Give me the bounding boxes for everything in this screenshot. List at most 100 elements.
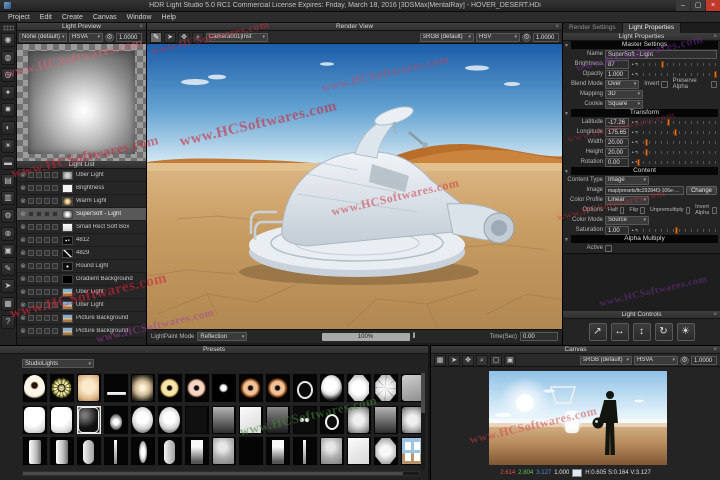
collapse-icon[interactable]: ▼ <box>564 236 569 244</box>
toggle-box[interactable] <box>44 224 50 230</box>
toggle-box[interactable] <box>28 185 34 191</box>
toggle-box[interactable] <box>52 224 58 230</box>
solo-icon[interactable]: ⊗ <box>19 249 27 257</box>
toggle-box[interactable] <box>36 276 42 282</box>
light-list-item[interactable]: ⊗ Uber Light <box>17 169 146 182</box>
toggle-box[interactable] <box>52 302 58 308</box>
latitude-slider[interactable] <box>637 117 717 127</box>
section-master-settings[interactable]: ▼ Master Settings <box>564 41 718 49</box>
width-input[interactable]: 20.00 <box>605 137 629 147</box>
preset-thin-vstrip[interactable] <box>292 436 318 466</box>
blend-mode-dropdown[interactable]: Over ▾ <box>605 79 640 89</box>
stepper[interactable]: ▲▼ <box>631 60 638 69</box>
toggle-box[interactable] <box>44 185 50 191</box>
toggle-box[interactable] <box>28 289 34 295</box>
preset-twin-dots[interactable] <box>292 404 318 435</box>
light-list-item[interactable]: ⊗ Warm Light <box>17 195 146 208</box>
preset-ring-dark[interactable] <box>22 373 48 403</box>
collapse-icon[interactable]: ▼ <box>564 110 569 118</box>
section-content[interactable]: ▼ Content <box>564 167 718 175</box>
preset-grad-sq-dark[interactable] <box>265 404 291 435</box>
solo-icon[interactable]: ⊗ <box>19 223 27 231</box>
gear-icon[interactable]: ⚙ <box>522 32 531 42</box>
pause-icon[interactable]: ‖ <box>413 333 416 340</box>
height-control-icon[interactable]: ↕ <box>632 323 651 341</box>
preset-bright-sq[interactable] <box>238 404 264 435</box>
active-checkbox[interactable] <box>605 244 612 252</box>
sphere-light-tool[interactable]: ◍ <box>1 50 15 65</box>
toggle-box[interactable] <box>36 315 42 321</box>
preset-circle-soft[interactable] <box>130 404 156 435</box>
rotate-control-icon[interactable]: ↻ <box>654 323 673 341</box>
toggle-box[interactable] <box>44 263 50 269</box>
close-icon[interactable]: × <box>713 346 717 354</box>
scrim-light-tool[interactable]: ◐ <box>1 120 15 135</box>
saturation-slider[interactable] <box>637 225 717 235</box>
toggle-box[interactable] <box>44 289 50 295</box>
saturation-input[interactable]: 1.00 <box>605 225 629 235</box>
stepper[interactable]: ▲▼ <box>631 70 638 79</box>
light-list-item[interactable]: ⊗ 4829 <box>17 247 146 260</box>
preset-blob[interactable] <box>319 373 345 403</box>
close-icon[interactable]: × <box>713 33 717 41</box>
preset-dot[interactable] <box>211 373 237 403</box>
gear-icon[interactable]: ⚙ <box>105 32 114 42</box>
image-path-field[interactable]: map/presets/ltc29284f3-106e-4c01-8d28-f5… <box>605 185 684 195</box>
toggle-box[interactable] <box>44 276 50 282</box>
light-list-item[interactable]: ⊗ Uber Light <box>17 299 146 312</box>
maximize-button[interactable]: ▢ <box>691 0 705 11</box>
toggle-box[interactable] <box>28 276 34 282</box>
preset-donut-yellow[interactable] <box>157 373 183 403</box>
preview-exposure-input[interactable]: 1.0000 <box>116 32 142 42</box>
light-list-item[interactable]: ⊗ Gradient Background <box>17 273 146 286</box>
frame-light-tool[interactable]: ▣ <box>1 244 15 259</box>
opacity-input[interactable]: 1.000 <box>605 69 629 79</box>
sun-light-tool[interactable]: ☀ <box>1 138 15 153</box>
preset-donut-copper[interactable] <box>265 373 291 403</box>
canvas-viewport[interactable] <box>489 371 667 465</box>
light-list-item[interactable]: ⊗ 4812 <box>17 234 146 247</box>
preset-sq-tex[interactable] <box>319 436 345 466</box>
slider-handle[interactable] <box>645 148 649 156</box>
rv-exposure-input[interactable]: 1.0000 <box>533 32 559 42</box>
toggle-box[interactable] <box>36 250 42 256</box>
toggle-box[interactable] <box>44 211 50 217</box>
preset-bright-sq[interactable] <box>346 436 372 466</box>
stepper[interactable]: ▲▼ <box>631 158 638 167</box>
gobo-wheel-tool[interactable]: ✹ <box>1 103 15 118</box>
toggle-box[interactable] <box>36 263 42 269</box>
close-icon[interactable]: × <box>139 23 143 31</box>
stepper[interactable]: ▲▼ <box>631 148 638 157</box>
toggle-box[interactable] <box>28 172 34 178</box>
brightness-control-icon[interactable]: ☀ <box>676 323 695 341</box>
width-control-icon[interactable]: ↔ <box>610 323 629 341</box>
preset-dark[interactable] <box>184 404 210 435</box>
lightpaint-brush-icon[interactable]: ✎ <box>150 31 162 43</box>
toggle-box[interactable] <box>52 185 58 191</box>
preset-ring-thin[interactable] <box>292 373 318 403</box>
toggle-box[interactable] <box>52 198 58 204</box>
canvas-colorspace-dropdown[interactable]: sRGB (default) ▾ <box>580 355 632 365</box>
preset-rounded-white[interactable] <box>49 404 75 435</box>
light-list-item[interactable]: ⊗ Picture Background <box>17 312 146 325</box>
brightness-input[interactable]: 87 <box>605 59 629 69</box>
preset-vbar[interactable] <box>22 436 48 466</box>
preset-grad-sq[interactable] <box>211 404 237 435</box>
latitude-input[interactable]: -17.26 <box>605 117 629 127</box>
light-list-item[interactable]: ⊗ Picture Background <box>17 325 146 338</box>
slider-handle[interactable] <box>667 118 670 126</box>
mapping-dropdown[interactable]: 3D ▾ <box>605 89 643 99</box>
menu-window[interactable]: Window <box>122 14 157 21</box>
light-list-item[interactable]: ⊗ Round Light <box>17 260 146 273</box>
spot-light-tool[interactable]: ◎ <box>1 68 15 83</box>
preserve-alpha-checkbox[interactable] <box>710 80 717 88</box>
select-arrow-icon[interactable]: ➤ <box>448 354 460 366</box>
toggle-box[interactable] <box>28 224 34 230</box>
slider-handle[interactable] <box>645 138 649 146</box>
height-slider[interactable] <box>637 147 717 157</box>
lightpaint-mode-dropdown[interactable]: Reflection ▾ <box>197 332 248 341</box>
preset-rounded-outline[interactable] <box>76 404 102 435</box>
toggle-box[interactable] <box>36 289 42 295</box>
toggle-box[interactable] <box>52 276 58 282</box>
toggle-box[interactable] <box>52 328 58 334</box>
